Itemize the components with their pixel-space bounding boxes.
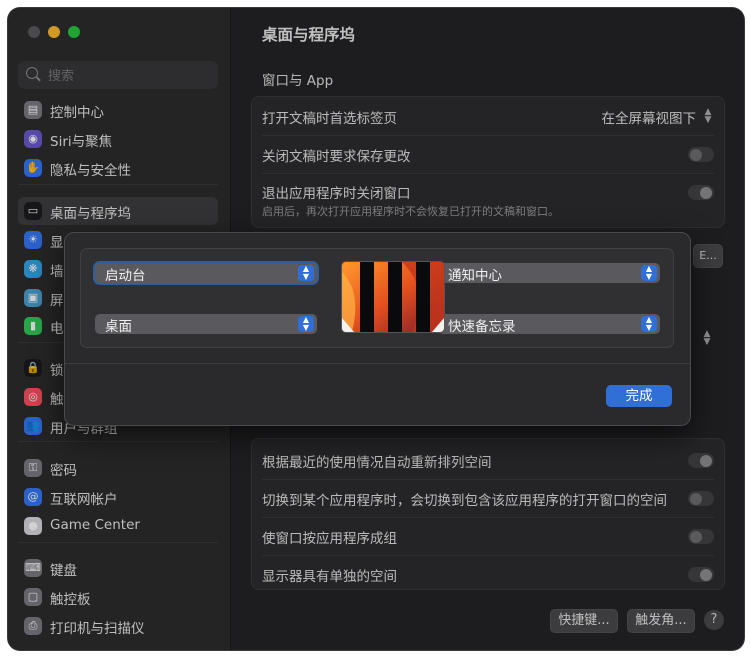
sheet-divider — [65, 363, 690, 364]
top-left-corner-value: 启动台 — [105, 268, 146, 284]
bottom-left-corner-value: 桌面 — [105, 319, 132, 335]
chevron-updown-icon: ▲ ▼ — [641, 316, 657, 332]
desktop-preview-image — [342, 262, 444, 332]
top-left-corner-select[interactable]: 启动台 ▲ ▼ — [95, 263, 317, 284]
top-right-corner-value: 通知中心 — [448, 268, 502, 284]
done-button[interactable]: 完成 — [606, 385, 672, 407]
chevron-updown-icon: ▲ ▼ — [641, 265, 657, 281]
bottom-right-corner-select[interactable]: 快速备忘录 ▲ ▼ — [438, 314, 660, 335]
bottom-right-corner-value: 快速备忘录 — [448, 319, 516, 335]
chevron-updown-icon: ▲ ▼ — [298, 265, 314, 281]
hot-corners-panel: 启动台 ▲ ▼ 通知中心 ▲ ▼ 桌面 ▲ ▼ 快速备忘录 ▲ ▼ — [80, 248, 674, 348]
bottom-left-corner-select[interactable]: 桌面 ▲ ▼ — [95, 314, 317, 335]
hot-corners-sheet: 启动台 ▲ ▼ 通知中心 ▲ ▼ 桌面 ▲ ▼ 快速备忘录 ▲ ▼ 完成 — [64, 232, 691, 426]
top-right-corner-select[interactable]: 通知中心 ▲ ▼ — [438, 263, 660, 284]
chevron-updown-icon: ▲ ▼ — [298, 316, 314, 332]
